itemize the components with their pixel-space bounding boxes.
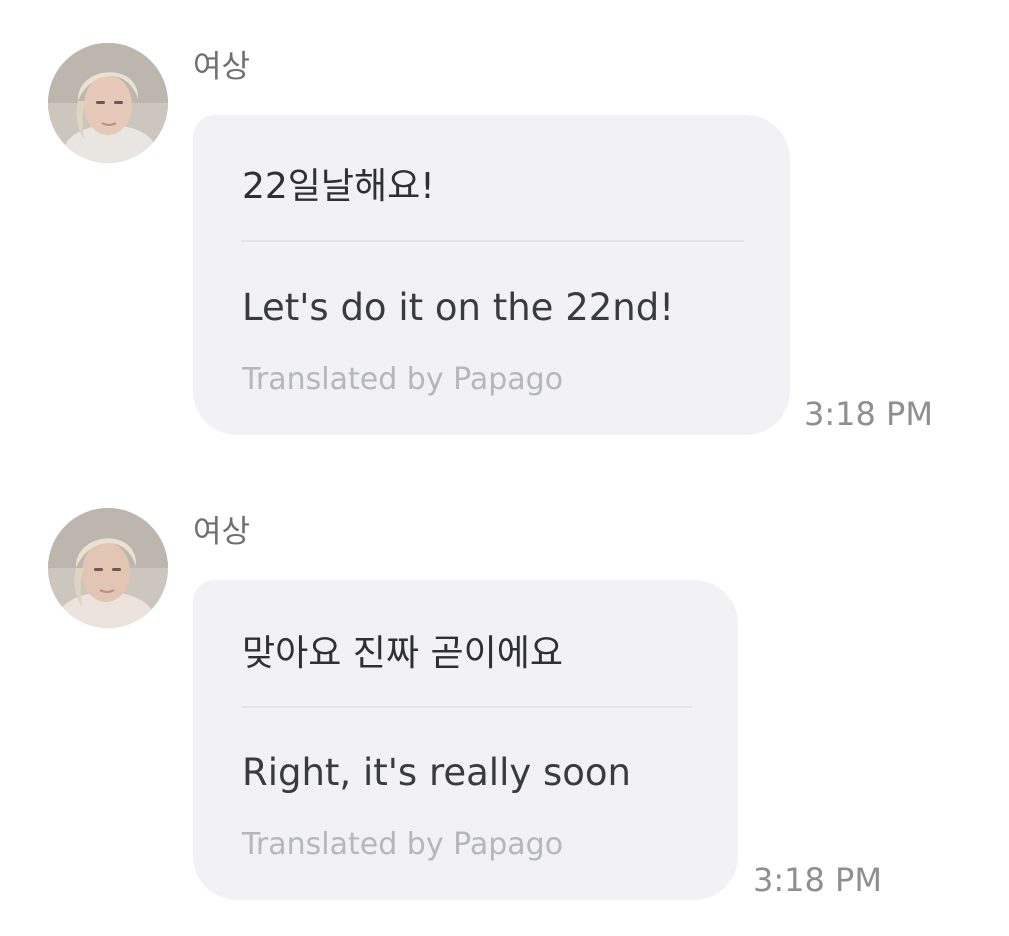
original-text: 맞아요 진짜 곧이에요: [242, 633, 563, 674]
avatar-photo-icon: [48, 508, 168, 628]
message-timestamp: 3:18 PM: [753, 861, 882, 899]
sender-name: 여상: [193, 514, 251, 550]
translation-divider: [241, 706, 692, 708]
translation-credit: Translated by Papago: [242, 827, 564, 862]
translated-text: Right, it's really soon: [242, 751, 632, 794]
sender-avatar[interactable]: [48, 508, 168, 628]
chat-message: 여상 맞아요 진짜 곧이에요 Right, it's really soon T…: [0, 0, 1009, 936]
message-bubble[interactable]: 맞아요 진짜 곧이에요 Right, it's really soon Tran…: [193, 580, 738, 900]
